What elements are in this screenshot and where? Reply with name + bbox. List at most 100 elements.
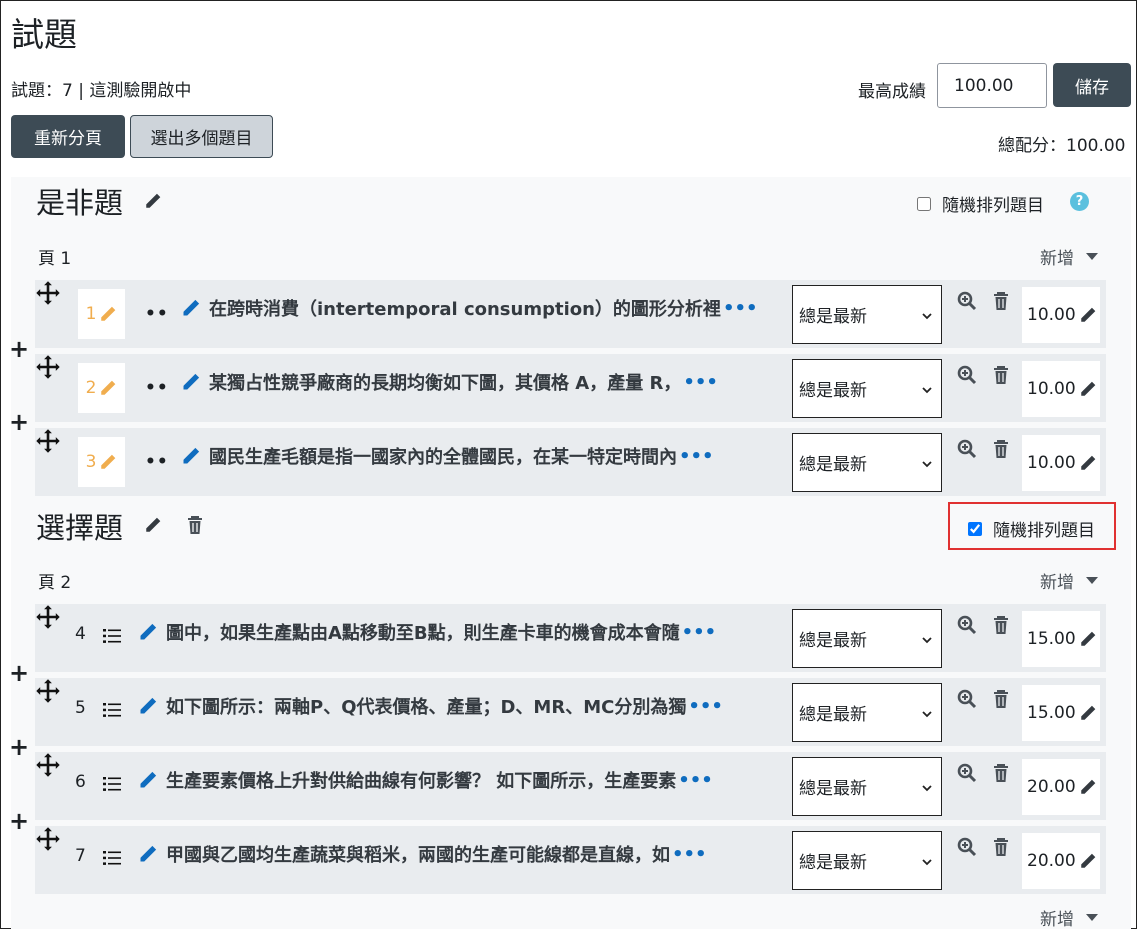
edit-question-icon (140, 697, 157, 714)
question-link[interactable]: 在跨時消費（intertemporal consumption）的圖形分析裡 ••… (181, 295, 771, 321)
preview-icon[interactable] (957, 837, 977, 857)
more-icon: ••• (679, 445, 714, 467)
version-select[interactable]: 總是最新 (792, 683, 942, 742)
chevron-down-icon (922, 637, 932, 644)
delete-section-icon[interactable] (186, 515, 204, 535)
page-label: 頁 1 (38, 249, 72, 269)
question-number: 6 (75, 772, 86, 792)
truefalse-icon: •• (145, 378, 169, 398)
repaginate-button[interactable]: 重新分頁 (11, 115, 125, 158)
question-number: 2 (85, 378, 97, 398)
mark-value: 20.00 (1027, 851, 1076, 871)
edit-mark-icon[interactable] (1079, 454, 1097, 472)
preview-icon[interactable] (957, 615, 977, 635)
delete-icon[interactable] (992, 689, 1010, 709)
chevron-down-icon (922, 785, 932, 792)
add-menu[interactable]: 新增 (1040, 905, 1098, 930)
mark-field[interactable]: 10.00 (1022, 287, 1100, 343)
max-grade-input[interactable] (937, 63, 1047, 108)
version-select[interactable]: 總是最新 (792, 285, 942, 344)
move-icon[interactable] (35, 752, 61, 778)
question-number-box: 1 (78, 289, 125, 339)
quiz-info: 試題：7 | 這測驗開啟中 (11, 81, 192, 101)
move-icon[interactable] (35, 354, 61, 380)
edit-section-title-icon[interactable] (144, 192, 162, 210)
save-button[interactable]: 儲存 (1053, 63, 1131, 107)
add-menu[interactable]: 新增 (1040, 568, 1098, 593)
mark-value: 15.00 (1027, 703, 1076, 723)
move-icon[interactable] (35, 280, 61, 306)
move-icon[interactable] (35, 826, 61, 852)
edit-question-icon (140, 623, 157, 640)
mark-field[interactable]: 15.00 (1022, 685, 1100, 741)
edit-mark-icon[interactable] (1079, 380, 1097, 398)
page-label: 頁 2 (38, 573, 72, 593)
version-select[interactable]: 總是最新 (792, 359, 942, 418)
edit-mark-icon[interactable] (1079, 630, 1097, 648)
help-icon[interactable]: ? (1070, 192, 1089, 211)
total-marks: 總配分：100.00 (998, 136, 1126, 156)
mark-value: 10.00 (1027, 453, 1076, 473)
version-value: 總是最新 (799, 779, 867, 799)
version-select[interactable]: 總是最新 (792, 609, 942, 668)
pencil-icon (101, 454, 116, 469)
add-menu[interactable]: 新增 (1040, 244, 1098, 269)
shuffle-checkbox[interactable] (968, 521, 982, 536)
add-page-break-icon[interactable]: + (9, 735, 29, 759)
question-slot: 6 生產要素價格上升對供給曲線有何影響？ 如下圖所示，生產要素 ••• 總是最新 … (35, 752, 1106, 820)
mark-field[interactable]: 20.00 (1022, 759, 1100, 815)
move-icon[interactable] (35, 604, 61, 630)
version-value: 總是最新 (799, 705, 867, 725)
version-value: 總是最新 (799, 853, 867, 873)
add-page-break-icon[interactable]: + (9, 809, 29, 833)
chevron-down-icon (922, 859, 932, 866)
shuffle-toggle[interactable]: 隨機排列題目 (917, 191, 1044, 216)
question-link[interactable]: 某獨占性競爭廠商的長期均衡如下圖，其價格 A，產量 R， ••• (181, 369, 771, 395)
preview-icon[interactable] (957, 291, 977, 311)
preview-icon[interactable] (957, 365, 977, 385)
page-title: 試題 (11, 15, 77, 54)
delete-icon[interactable] (992, 439, 1010, 459)
version-select[interactable]: 總是最新 (792, 433, 942, 492)
question-number-box: 3 (78, 437, 125, 487)
move-icon[interactable] (35, 678, 61, 704)
delete-icon[interactable] (992, 615, 1010, 635)
chevron-down-icon (922, 313, 932, 320)
preview-icon[interactable] (957, 763, 977, 783)
shuffle-checkbox[interactable] (917, 196, 931, 211)
edit-mark-icon[interactable] (1079, 852, 1097, 870)
edit-question-icon (183, 299, 200, 316)
move-icon[interactable] (35, 428, 61, 454)
version-select[interactable]: 總是最新 (792, 831, 942, 890)
mark-field[interactable]: 20.00 (1022, 833, 1100, 889)
delete-icon[interactable] (992, 291, 1010, 311)
delete-icon[interactable] (992, 365, 1010, 385)
edit-mark-icon[interactable] (1079, 704, 1097, 722)
question-link[interactable]: 如下圖所示：兩軸P、Q代表價格、產量；D、MR、MC分別為獨 ••• (138, 693, 778, 719)
edit-mark-icon[interactable] (1079, 778, 1097, 796)
add-page-break-icon[interactable]: + (9, 661, 29, 685)
question-link[interactable]: 圖中，如果生產點由A點移動至B點，則生產卡車的機會成本會隨 ••• (138, 619, 778, 645)
chevron-down-icon (922, 387, 932, 394)
question-link[interactable]: 生產要素價格上升對供給曲線有何影響？ 如下圖所示，生產要素 ••• (138, 767, 778, 793)
mark-field[interactable]: 10.00 (1022, 361, 1100, 417)
preview-icon[interactable] (957, 439, 977, 459)
shuffle-toggle[interactable]: 隨機排列題目 (968, 516, 1095, 541)
version-select[interactable]: 總是最新 (792, 757, 942, 816)
multichoice-icon (103, 777, 121, 791)
delete-icon[interactable] (992, 763, 1010, 783)
mark-field[interactable]: 15.00 (1022, 611, 1100, 667)
preview-icon[interactable] (957, 689, 977, 709)
edit-mark-icon[interactable] (1079, 306, 1097, 324)
select-multiple-button[interactable]: 選出多個題目 (130, 115, 273, 158)
question-text: 某獨占性競爭廠商的長期均衡如下圖，其價格 A，產量 R， (209, 373, 682, 394)
question-link[interactable]: 國民生產毛額是指一國家內的全體國民，在某一特定時間內 ••• (181, 443, 771, 469)
question-link[interactable]: 甲國與乙國均生產蔬菜與稻米，兩國的生產可能線都是直線，如 ••• (138, 841, 778, 867)
add-page-break-icon[interactable]: + (9, 337, 29, 361)
mark-field[interactable]: 10.00 (1022, 435, 1100, 491)
question-text: 國民生產毛額是指一國家內的全體國民，在某一特定時間內 (209, 447, 677, 468)
question-number: 5 (75, 698, 86, 718)
add-page-break-icon[interactable]: + (9, 410, 29, 434)
delete-icon[interactable] (992, 837, 1010, 857)
edit-section-title-icon[interactable] (144, 516, 162, 534)
